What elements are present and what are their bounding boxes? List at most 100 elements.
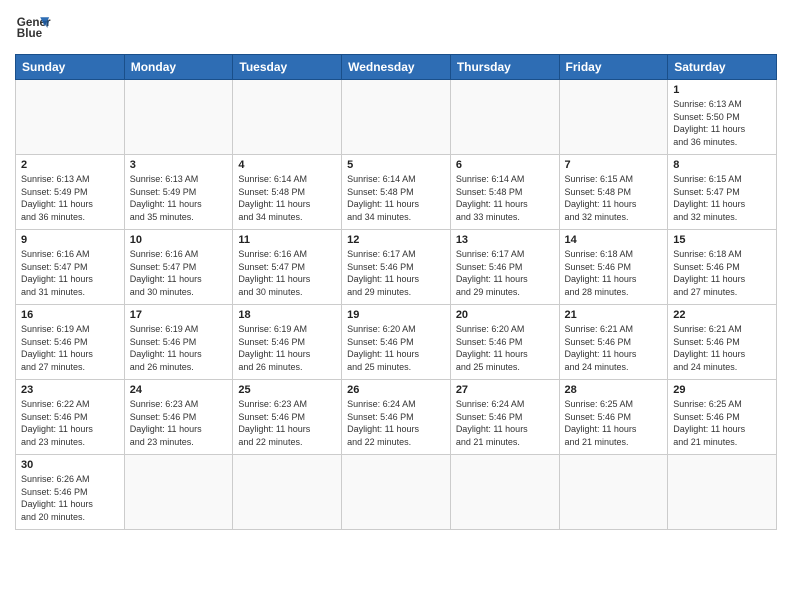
cell-info: Sunrise: 6:13 AM Sunset: 5:49 PM Dayligh… [21,173,119,223]
svg-text:Blue: Blue [17,27,43,40]
calendar-cell [16,80,125,155]
calendar-cell: 19 Sunrise: 6:20 AM Sunset: 5:46 PM Dayli… [342,305,451,380]
day-number: 29 [673,384,771,396]
day-number: 3 [130,159,228,171]
day-number: 11 [238,234,336,246]
calendar-cell: 30 Sunrise: 6:26 AM Sunset: 5:46 PM Dayli… [16,455,125,530]
calendar-cell: 13 Sunrise: 6:17 AM Sunset: 5:46 PM Dayli… [450,230,559,305]
day-header-wednesday: Wednesday [342,55,451,80]
calendar-cell: 27Sunrise: 6:24 AM Sunset: 5:46 PM Dayli… [450,380,559,455]
day-number: 1 [673,84,771,96]
calendar-week-row: 23Sunrise: 6:22 AM Sunset: 5:46 PM Dayli… [16,380,777,455]
cell-info: Sunrise: 6:15 AM Sunset: 5:47 PM Dayligh… [673,173,771,223]
cell-info: Sunrise: 6:21 AM Sunset: 5:46 PM Dayligh… [673,323,771,373]
day-header-tuesday: Tuesday [233,55,342,80]
calendar-cell: 14 Sunrise: 6:18 AM Sunset: 5:46 PM Dayli… [559,230,668,305]
day-number: 18 [238,309,336,321]
cell-info: Sunrise: 6:16 AM Sunset: 5:47 PM Dayligh… [21,248,119,298]
calendar-cell [450,455,559,530]
cell-info: Sunrise: 6:25 AM Sunset: 5:46 PM Dayligh… [565,398,663,448]
day-number: 19 [347,309,445,321]
cell-info: Sunrise: 6:15 AM Sunset: 5:48 PM Dayligh… [565,173,663,223]
cell-info: Sunrise: 6:19 AM Sunset: 5:46 PM Dayligh… [130,323,228,373]
calendar-cell: 16 Sunrise: 6:19 AM Sunset: 5:46 PM Dayli… [16,305,125,380]
day-number: 20 [456,309,554,321]
calendar-cell: 5 Sunrise: 6:14 AM Sunset: 5:48 PM Daylig… [342,155,451,230]
day-number: 30 [21,459,119,471]
calendar-cell: 20 Sunrise: 6:20 AM Sunset: 5:46 PM Dayli… [450,305,559,380]
calendar-cell: 3Sunrise: 6:13 AM Sunset: 5:49 PM Daylig… [124,155,233,230]
calendar-week-row: 9 Sunrise: 6:16 AM Sunset: 5:47 PM Daylig… [16,230,777,305]
day-number: 4 [238,159,336,171]
calendar-cell: 21 Sunrise: 6:21 AM Sunset: 5:46 PM Dayli… [559,305,668,380]
cell-info: Sunrise: 6:16 AM Sunset: 5:47 PM Dayligh… [238,248,336,298]
calendar-cell: 15 Sunrise: 6:18 AM Sunset: 5:46 PM Dayli… [668,230,777,305]
cell-info: Sunrise: 6:24 AM Sunset: 5:46 PM Dayligh… [456,398,554,448]
calendar-cell: 1 Sunrise: 6:13 AM Sunset: 5:50 PM Daylig… [668,80,777,155]
day-number: 9 [21,234,119,246]
calendar-cell [668,455,777,530]
cell-info: Sunrise: 6:16 AM Sunset: 5:47 PM Dayligh… [130,248,228,298]
calendar-header-row: SundayMondayTuesdayWednesdayThursdayFrid… [16,55,777,80]
day-number: 22 [673,309,771,321]
calendar-cell: 22 Sunrise: 6:21 AM Sunset: 5:46 PM Dayli… [668,305,777,380]
calendar-cell: 4 Sunrise: 6:14 AM Sunset: 5:48 PM Daylig… [233,155,342,230]
day-number: 26 [347,384,445,396]
day-number: 13 [456,234,554,246]
calendar-cell [342,80,451,155]
day-number: 25 [238,384,336,396]
calendar-cell: 25 Sunrise: 6:23 AM Sunset: 5:46 PM Dayli… [233,380,342,455]
day-number: 16 [21,309,119,321]
cell-info: Sunrise: 6:23 AM Sunset: 5:46 PM Dayligh… [238,398,336,448]
day-header-thursday: Thursday [450,55,559,80]
calendar-table: SundayMondayTuesdayWednesdayThursdayFrid… [15,54,777,530]
cell-info: Sunrise: 6:18 AM Sunset: 5:46 PM Dayligh… [673,248,771,298]
calendar-cell [124,80,233,155]
calendar-cell [233,455,342,530]
cell-info: Sunrise: 6:20 AM Sunset: 5:46 PM Dayligh… [347,323,445,373]
day-number: 2 [21,159,119,171]
calendar-cell: 10 Sunrise: 6:16 AM Sunset: 5:47 PM Dayli… [124,230,233,305]
day-number: 5 [347,159,445,171]
calendar-cell [233,80,342,155]
cell-info: Sunrise: 6:26 AM Sunset: 5:46 PM Dayligh… [21,473,119,523]
calendar-cell: 12 Sunrise: 6:17 AM Sunset: 5:46 PM Dayli… [342,230,451,305]
day-number: 14 [565,234,663,246]
day-header-saturday: Saturday [668,55,777,80]
cell-info: Sunrise: 6:14 AM Sunset: 5:48 PM Dayligh… [238,173,336,223]
calendar-cell: 11 Sunrise: 6:16 AM Sunset: 5:47 PM Dayli… [233,230,342,305]
day-number: 15 [673,234,771,246]
day-number: 24 [130,384,228,396]
cell-info: Sunrise: 6:17 AM Sunset: 5:46 PM Dayligh… [456,248,554,298]
calendar-cell [342,455,451,530]
day-number: 12 [347,234,445,246]
day-number: 10 [130,234,228,246]
cell-info: Sunrise: 6:14 AM Sunset: 5:48 PM Dayligh… [347,173,445,223]
calendar-cell [559,80,668,155]
cell-info: Sunrise: 6:24 AM Sunset: 5:46 PM Dayligh… [347,398,445,448]
cell-info: Sunrise: 6:17 AM Sunset: 5:46 PM Dayligh… [347,248,445,298]
header: General Blue [15,10,777,46]
calendar-cell [559,455,668,530]
calendar-week-row: 30 Sunrise: 6:26 AM Sunset: 5:46 PM Dayli… [16,455,777,530]
calendar-cell: 26 Sunrise: 6:24 AM Sunset: 5:46 PM Dayli… [342,380,451,455]
calendar-cell: 7Sunrise: 6:15 AM Sunset: 5:48 PM Daylig… [559,155,668,230]
cell-info: Sunrise: 6:19 AM Sunset: 5:46 PM Dayligh… [21,323,119,373]
day-number: 21 [565,309,663,321]
calendar-week-row: 1 Sunrise: 6:13 AM Sunset: 5:50 PM Daylig… [16,80,777,155]
cell-info: Sunrise: 6:18 AM Sunset: 5:46 PM Dayligh… [565,248,663,298]
cell-info: Sunrise: 6:21 AM Sunset: 5:46 PM Dayligh… [565,323,663,373]
cell-info: Sunrise: 6:20 AM Sunset: 5:46 PM Dayligh… [456,323,554,373]
calendar-cell: 2 Sunrise: 6:13 AM Sunset: 5:49 PM Daylig… [16,155,125,230]
cell-info: Sunrise: 6:23 AM Sunset: 5:46 PM Dayligh… [130,398,228,448]
day-number: 23 [21,384,119,396]
calendar-week-row: 2 Sunrise: 6:13 AM Sunset: 5:49 PM Daylig… [16,155,777,230]
day-number: 28 [565,384,663,396]
calendar-cell: 8Sunrise: 6:15 AM Sunset: 5:47 PM Daylig… [668,155,777,230]
logo-icon: General Blue [15,10,51,46]
cell-info: Sunrise: 6:19 AM Sunset: 5:46 PM Dayligh… [238,323,336,373]
calendar-cell: 24 Sunrise: 6:23 AM Sunset: 5:46 PM Dayli… [124,380,233,455]
day-header-monday: Monday [124,55,233,80]
cell-info: Sunrise: 6:13 AM Sunset: 5:50 PM Dayligh… [673,98,771,148]
day-number: 6 [456,159,554,171]
